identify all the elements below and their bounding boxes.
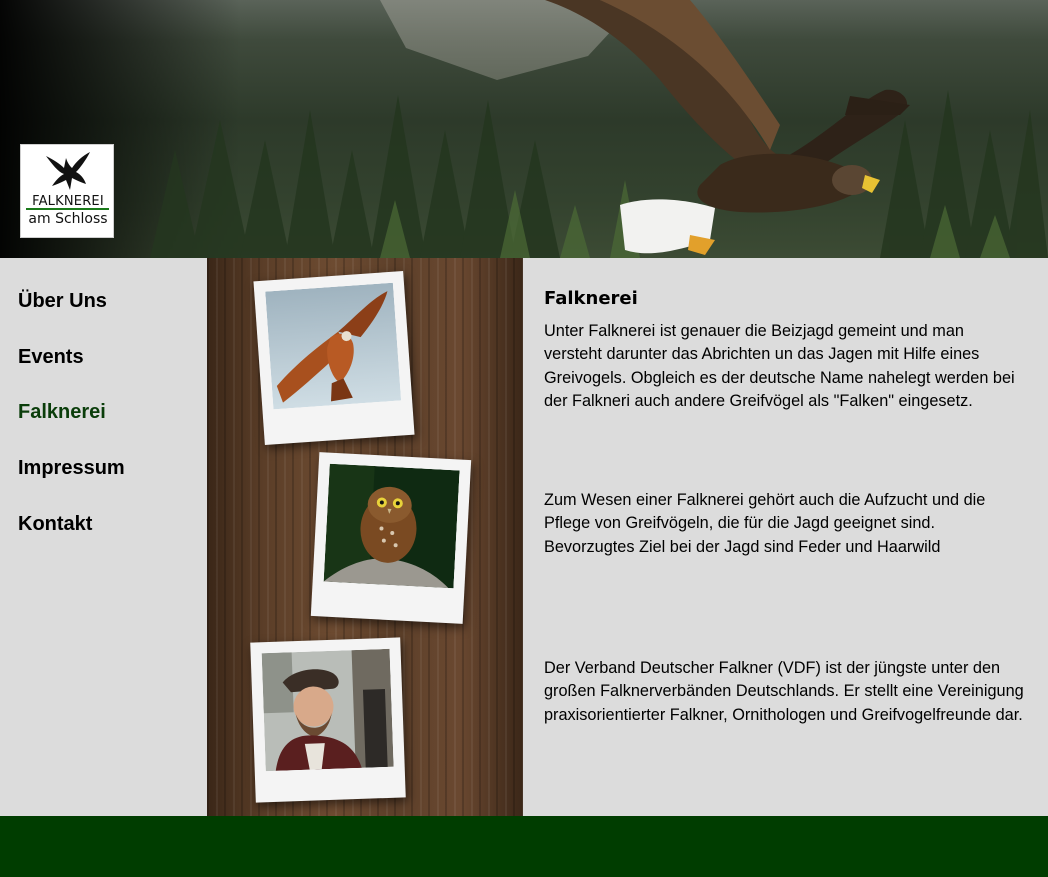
eagle-image [545, 0, 910, 255]
header-banner: FALKNEREI am Schloss [0, 0, 1048, 258]
paragraph-breeding: Zum Wesen einer Falknerei gehört auch di… [544, 491, 986, 556]
nav-item-events[interactable]: Events [18, 346, 84, 369]
eagle-logo-icon [46, 152, 90, 190]
logo-text-line1: FALKNEREI [32, 194, 104, 209]
red-kite-photo [265, 282, 402, 410]
owl-photo [323, 463, 460, 589]
nav-item-kontakt[interactable]: Kontakt [18, 513, 92, 536]
site-logo[interactable]: FALKNEREI am Schloss [20, 144, 114, 238]
polaroid-falconer[interactable] [250, 637, 406, 803]
wood-photo-column [207, 258, 523, 816]
logo-rule [26, 208, 109, 210]
footer-bar [0, 816, 1048, 877]
paragraph-intro: Unter Falknerei ist genauer die Beizjagd… [544, 322, 1015, 410]
paragraph-vdf: Der Verband Deutscher Falkner (VDF) ist … [544, 659, 1024, 724]
nav-item-impressum[interactable]: Impressum [18, 457, 125, 480]
page-title: Falknerei [544, 288, 638, 309]
main-content: Falknerei Unter Falknerei ist genauer di… [523, 258, 1048, 816]
logo-text-line2: am Schloss [28, 211, 108, 227]
polaroid-owl[interactable] [310, 452, 472, 624]
nav-item-ueber-uns[interactable]: Über Uns [18, 290, 107, 313]
falconer-photo [261, 648, 394, 772]
nav-item-falknerei[interactable]: Falknerei [18, 401, 106, 424]
polaroid-red-kite[interactable] [253, 270, 415, 446]
sidebar-nav: Über Uns Events Falknerei Impressum Kont… [0, 258, 207, 816]
